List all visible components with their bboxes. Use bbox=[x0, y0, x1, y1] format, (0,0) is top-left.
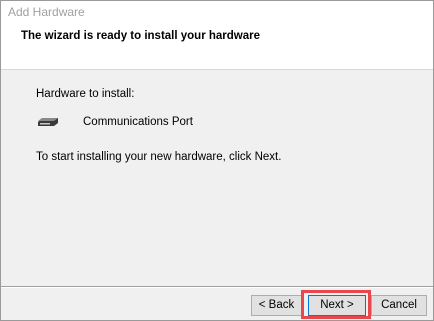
wizard-content: Hardware to install: Communications Port… bbox=[1, 70, 433, 286]
title-bar: Add Hardware bbox=[1, 1, 433, 25]
hardware-to-install-label: Hardware to install: bbox=[36, 88, 135, 100]
next-button[interactable]: Next > bbox=[308, 295, 366, 316]
device-name: Communications Port bbox=[83, 116, 193, 128]
cancel-button[interactable]: Cancel bbox=[371, 295, 427, 316]
instruction-text: To start installing your new hardware, c… bbox=[36, 151, 282, 163]
port-device-icon bbox=[37, 115, 59, 127]
window-title: Add Hardware bbox=[8, 5, 85, 19]
wizard-header: The wizard is ready to install your hard… bbox=[1, 25, 433, 70]
add-hardware-window: Add Hardware The wizard is ready to inst… bbox=[0, 0, 434, 321]
footer-divider bbox=[1, 286, 433, 288]
wizard-header-title: The wizard is ready to install your hard… bbox=[21, 30, 261, 42]
back-button[interactable]: < Back bbox=[251, 295, 302, 316]
